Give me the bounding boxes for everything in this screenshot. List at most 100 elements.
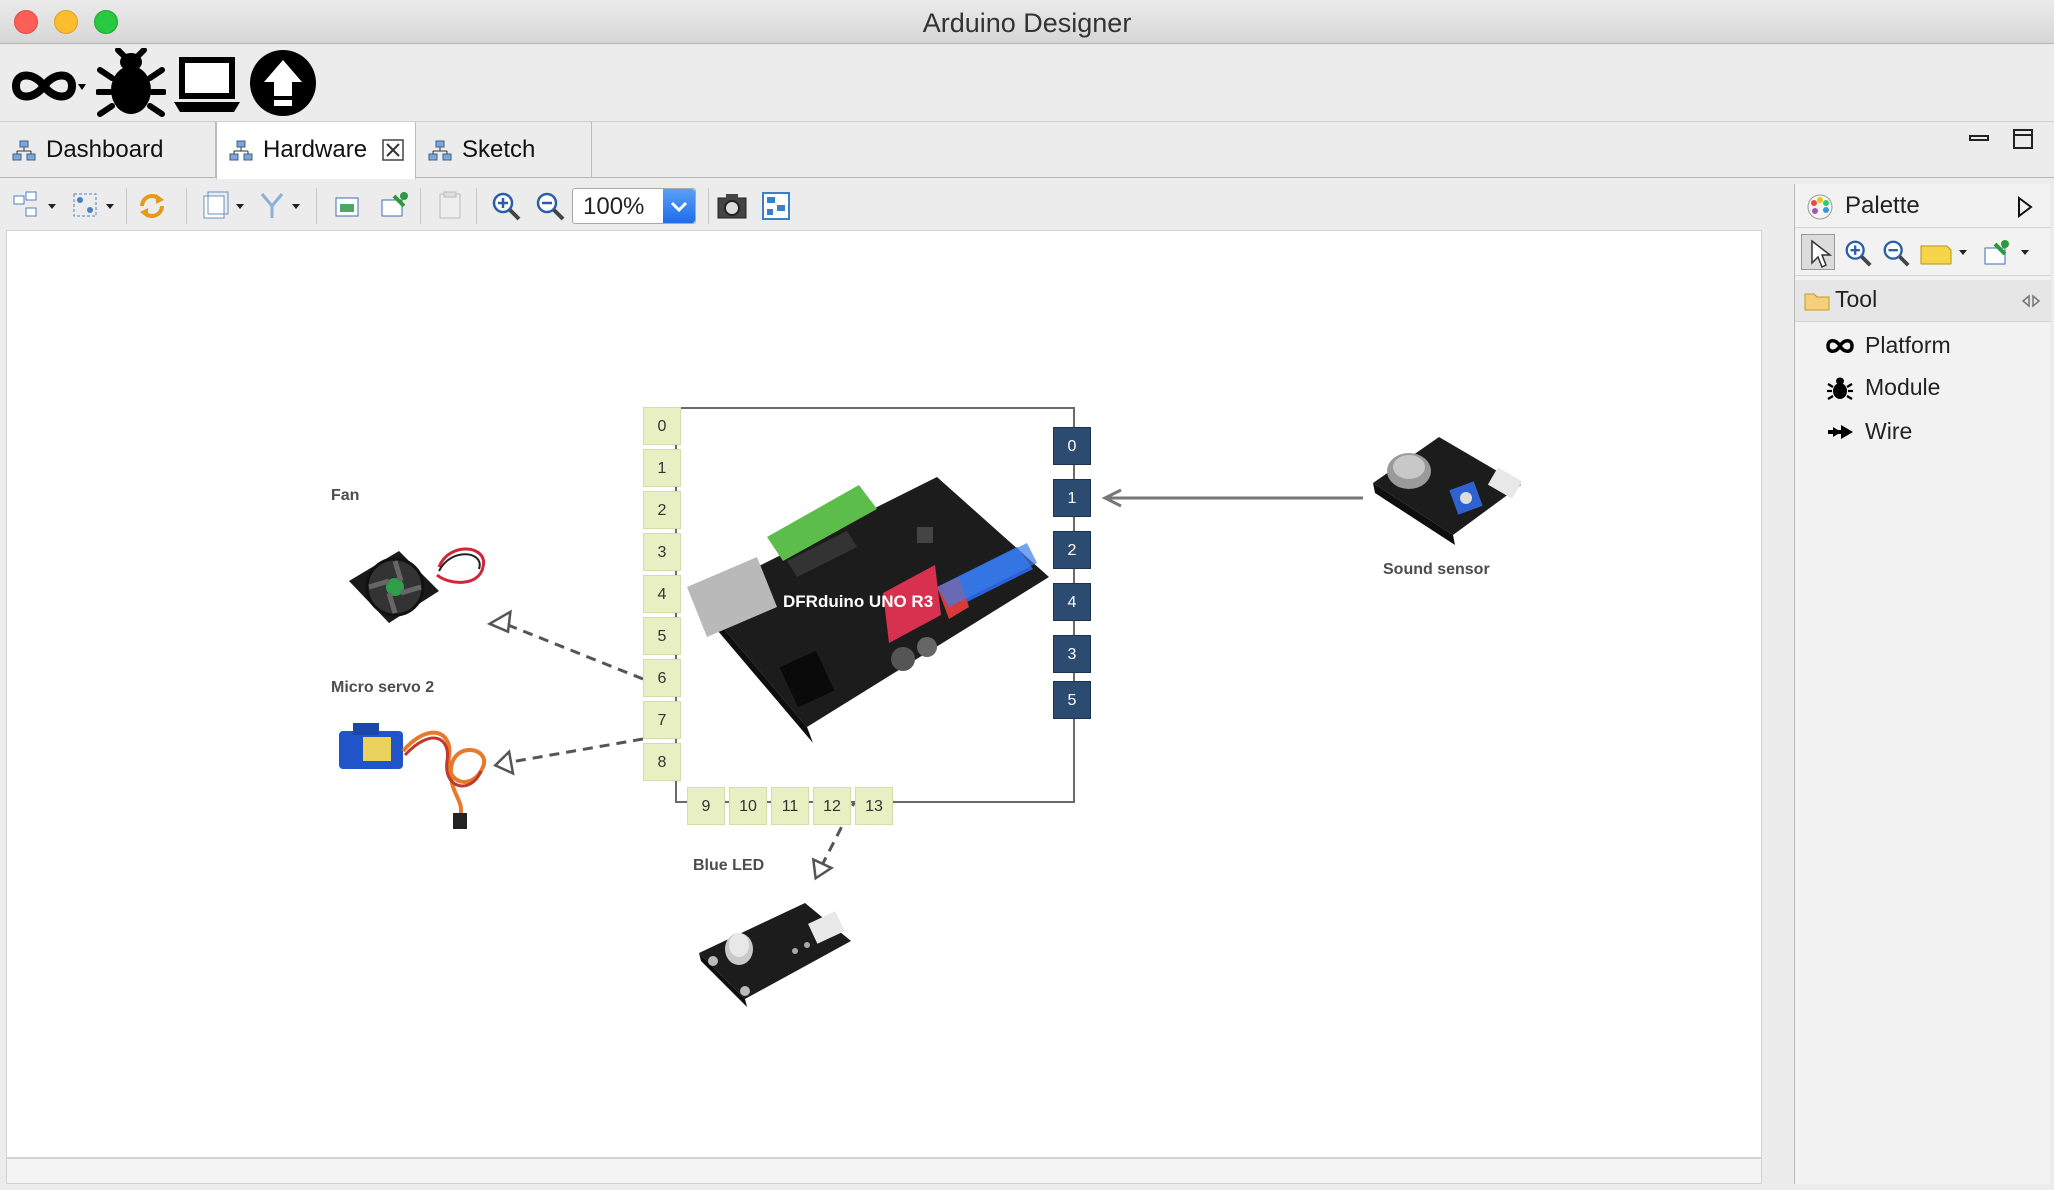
digital-pin-9[interactable]: 9 — [687, 787, 725, 825]
maximize-icon — [2013, 129, 2033, 149]
zoom-combo[interactable]: 100% — [572, 188, 696, 224]
laptop-icon — [174, 57, 240, 112]
servo-image[interactable] — [333, 711, 493, 831]
diagram-icon — [428, 140, 452, 161]
digital-pin-7[interactable]: 7 — [643, 701, 681, 739]
palette-item-label: Wire — [1865, 418, 1913, 444]
toolbar-separator — [316, 188, 317, 224]
palette-toolbar — [1795, 228, 2051, 276]
wire-arrowhead — [811, 857, 835, 881]
digital-pin-2[interactable]: 2 — [643, 491, 681, 529]
toolbar-separator — [126, 188, 127, 224]
zoom-dropdown-button[interactable] — [663, 189, 695, 223]
digital-pin-12[interactable]: 12 — [813, 787, 851, 825]
note-tool-icon[interactable] — [1919, 238, 1973, 268]
led-label: Blue LED — [693, 857, 765, 874]
zoom-in-icon[interactable] — [490, 190, 522, 222]
chevron-down-icon — [670, 201, 688, 213]
horizontal-scrollbar[interactable] — [6, 1158, 1762, 1184]
digital-pin-13[interactable]: 13 — [855, 787, 893, 825]
palette-item-label: Platform — [1865, 332, 1951, 358]
pin-note-icon[interactable] — [378, 190, 410, 222]
camera-icon[interactable] — [716, 190, 748, 222]
digital-pin-1[interactable]: 1 — [643, 449, 681, 487]
upload-icon — [250, 50, 316, 116]
wire-servo[interactable] — [504, 737, 644, 765]
wire-fan[interactable] — [502, 621, 644, 681]
toolbar-separator — [186, 188, 187, 224]
minimize-icon — [1969, 135, 1989, 141]
analog-pin-1[interactable]: 1 — [1053, 479, 1091, 517]
pin-drawer-icon[interactable] — [2019, 292, 2043, 310]
analog-pin-4[interactable]: 4 — [1053, 583, 1091, 621]
tab-label: Hardware — [263, 136, 368, 163]
palette-item-platform[interactable]: Platform — [1825, 328, 2045, 364]
diagram-icon — [229, 140, 253, 161]
tab-hardware[interactable]: Hardware — [216, 122, 416, 179]
analog-pin-5[interactable]: 5 — [1053, 681, 1091, 719]
editor-tabs: Dashboard Hardware Sketch — [0, 122, 2054, 179]
sound-sensor-image[interactable] — [1369, 431, 1529, 555]
board-label: DFRduino UNO R3 — [783, 592, 933, 611]
arduino-board-image[interactable]: DFRduino UNO R3 — [687, 437, 1057, 777]
tool-drawer[interactable]: Tool — [1795, 280, 2051, 322]
digital-pin-4[interactable]: 4 — [643, 575, 681, 613]
maximize-view-button[interactable] — [2012, 128, 2034, 150]
tab-sketch[interactable]: Sketch — [416, 122, 592, 178]
digital-pin-0[interactable]: 0 — [643, 407, 681, 445]
wire-arrowhead — [486, 609, 512, 634]
led-image[interactable] — [695, 891, 855, 1011]
servo-label: Micro servo 2 — [331, 679, 435, 696]
palette-item-wire[interactable]: Wire — [1825, 414, 2045, 450]
tab-label: Dashboard — [46, 136, 164, 163]
refresh-icon[interactable] — [136, 190, 168, 222]
debug-button[interactable] — [95, 47, 167, 118]
layout-icon[interactable] — [70, 190, 118, 222]
digital-pin-10[interactable]: 10 — [729, 787, 767, 825]
palette-item-label: Module — [1865, 374, 1941, 400]
editor-area: Dashboard Hardware Sketch 100% DFRduino … — [0, 122, 2054, 1190]
toolbar-separator — [476, 188, 477, 224]
window-title: Arduino Designer — [922, 8, 1132, 38]
fan-label: Fan — [331, 487, 360, 504]
digital-pin-6[interactable]: 6 — [643, 659, 681, 697]
serial-monitor-button[interactable] — [174, 48, 240, 118]
tab-dashboard[interactable]: Dashboard — [0, 122, 216, 178]
zoom-out-tool-icon[interactable] — [1881, 238, 1911, 268]
zoom-value: 100% — [583, 193, 645, 220]
analog-pin-3[interactable]: 3 — [1053, 635, 1091, 673]
minimize-view-button[interactable] — [1968, 128, 1990, 148]
digital-pin-11[interactable]: 11 — [771, 787, 809, 825]
collapse-palette-icon[interactable] — [2015, 196, 2035, 218]
infinity-icon — [1826, 339, 1854, 353]
platform-menu-button[interactable] — [8, 48, 88, 118]
fan-image[interactable] — [339, 531, 489, 641]
outline-icon[interactable] — [760, 190, 792, 222]
export-diagram-icon[interactable] — [332, 190, 364, 222]
digital-pin-5[interactable]: 5 — [643, 617, 681, 655]
paste-icon — [439, 191, 461, 219]
digital-pin-3[interactable]: 3 — [643, 533, 681, 571]
diagram-icon — [12, 140, 36, 161]
palette-item-module[interactable]: Module — [1825, 370, 2045, 406]
arrange-icon[interactable] — [12, 190, 60, 222]
digital-pin-8[interactable]: 8 — [643, 743, 681, 781]
analog-pin-0[interactable]: 0 — [1053, 427, 1091, 465]
toolbar-separator — [708, 188, 709, 224]
close-tab-icon[interactable] — [381, 138, 405, 162]
select-tool-button[interactable] — [1801, 234, 1835, 270]
folder-icon — [1804, 293, 1830, 311]
connections-icon[interactable] — [258, 190, 306, 222]
diagram-toolbar: 100% — [6, 184, 1798, 228]
upload-button[interactable] — [248, 48, 318, 118]
note-attachment-icon[interactable] — [1981, 238, 2035, 268]
select-all-icon[interactable] — [202, 190, 250, 222]
zoom-out-icon[interactable] — [534, 190, 566, 222]
diagram-canvas[interactable]: DFRduino UNO R3 0 1 2 3 4 5 6 7 8 9 10 1… — [6, 230, 1762, 1158]
title-bar: Arduino Designer — [0, 0, 2054, 44]
pointer-icon — [1811, 239, 1833, 269]
analog-pin-2[interactable]: 2 — [1053, 531, 1091, 569]
sound-sensor-label: Sound sensor — [1383, 561, 1490, 578]
bug-icon — [95, 47, 167, 117]
zoom-in-tool-icon[interactable] — [1843, 238, 1873, 268]
